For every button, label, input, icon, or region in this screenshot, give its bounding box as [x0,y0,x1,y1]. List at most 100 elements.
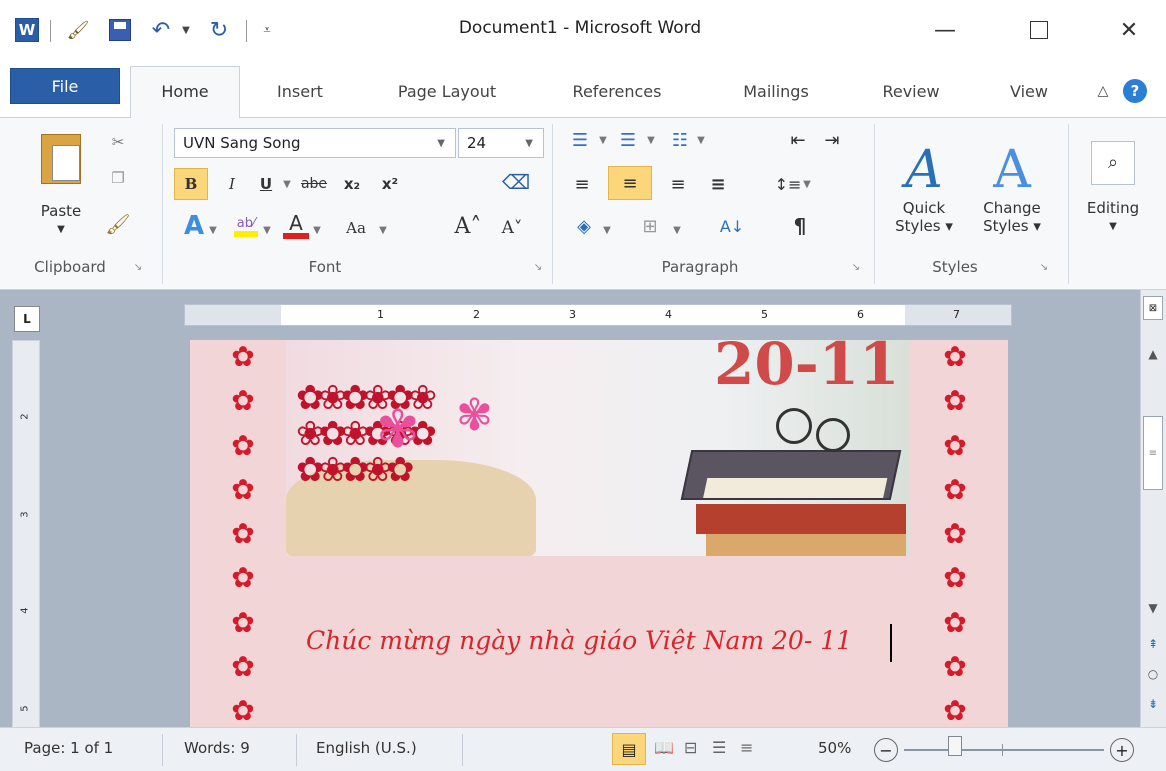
banner-image[interactable]: ✿❀✿❀✿❀ ❀✿❀✿❀✿ ✿❀✿❀✿ ✾ ✾ 20-11 [286,340,910,556]
indent-marker[interactable] [281,305,283,325]
format-painter-qat-icon[interactable]: 🖌 [62,16,94,44]
close-button[interactable]: ✕ [1106,14,1152,46]
horizontal-ruler[interactable]: 1 2 3 4 5 6 7 [184,304,1012,326]
shading-icon[interactable]: ◈ [570,212,598,240]
text-effects-icon[interactable]: A [180,211,208,241]
bullets-dropdown-icon[interactable]: ▼ [596,126,610,154]
line-spacing-dropdown-icon[interactable]: ▼ [800,170,814,198]
line-spacing-icon[interactable]: ↕≡ [774,170,802,198]
draft-view-icon[interactable]: ≡ [740,738,753,757]
paragraph-launcher-icon[interactable]: ↘ [848,258,864,276]
split-box-icon[interactable]: ⊠ [1143,296,1163,320]
redo-icon[interactable]: ↻ [204,16,234,44]
clear-formatting-icon[interactable]: ⌫ [494,162,538,202]
tab-selector-button[interactable]: L [14,306,40,332]
help-icon[interactable]: ? [1120,76,1150,106]
font-name-dropdown-icon[interactable]: ▼ [437,138,445,149]
tab-page-layout[interactable]: Page Layout [372,76,522,106]
tab-home[interactable]: Home [130,76,240,106]
borders-icon[interactable]: ⊞ [636,212,664,240]
styles-launcher-icon[interactable]: ↘ [1036,258,1052,276]
zoom-in-button[interactable]: + [1110,738,1134,762]
font-size-dropdown-icon[interactable]: ▼ [525,138,533,149]
multilevel-list-dropdown-icon[interactable]: ▼ [694,126,708,154]
quick-styles-button[interactable]: A Quick Styles ▾ [884,126,964,250]
numbering-dropdown-icon[interactable]: ▼ [644,126,658,154]
outline-view-icon[interactable]: ☰ [712,738,726,757]
change-case-button[interactable]: Aa [334,214,378,242]
scroll-up-icon[interactable]: ▲ [1141,344,1165,364]
language-indicator[interactable]: English (U.S.) [316,739,417,757]
tab-view[interactable]: View [994,76,1064,106]
previous-page-icon[interactable]: ⇞ [1141,634,1165,654]
greeting-text[interactable]: Chúc mừng ngày nhà giáo Việt Nam 20- 11 [306,626,852,655]
undo-icon[interactable]: ↶ [146,16,176,44]
next-page-icon[interactable]: ⇟ [1141,694,1165,714]
scroll-down-icon[interactable]: ▼ [1141,598,1165,618]
subscript-button[interactable]: x₂ [338,170,366,198]
borders-dropdown-icon[interactable]: ▼ [670,216,684,244]
clipboard-launcher-icon[interactable]: ↘ [130,258,146,276]
show-formatting-button[interactable]: ¶ [786,212,814,240]
paste-button[interactable]: Paste ▼ [30,124,92,244]
font-launcher-icon[interactable]: ↘ [530,258,546,276]
shading-dropdown-icon[interactable]: ▼ [600,216,614,244]
format-painter-icon[interactable]: 🖌 [104,210,132,238]
vertical-ruler[interactable]: 2 3 4 5 [12,340,40,728]
highlight-icon[interactable]: ab⁄ [232,212,260,240]
bold-button[interactable]: B [174,168,208,200]
italic-button[interactable]: I [218,170,246,198]
font-color-icon[interactable]: A [282,212,310,240]
justify-icon[interactable]: ≡ [704,170,732,198]
align-left-icon[interactable]: ≡ [568,170,596,198]
grow-font-icon[interactable]: A˄ [454,212,482,240]
zoom-out-button[interactable]: − [874,738,898,762]
minimize-ribbon-icon[interactable]: △ [1090,76,1116,106]
zoom-level[interactable]: 50% [818,739,851,757]
change-case-dropdown-icon[interactable]: ▼ [376,216,390,244]
font-size-field[interactable]: 24 ▼ [458,128,544,158]
print-layout-view-button[interactable]: ▤ [612,733,646,765]
strikethrough-button[interactable]: abe [294,170,334,198]
cut-icon[interactable]: ✂ [104,128,132,156]
superscript-button[interactable]: x² [376,170,404,198]
tab-insert[interactable]: Insert [260,76,340,106]
page-count[interactable]: Page: 1 of 1 [24,739,113,757]
undo-dropdown-icon[interactable]: ▼ [178,16,194,44]
full-screen-reading-icon[interactable]: 📖 [654,738,674,757]
multilevel-list-icon[interactable]: ☷ [666,126,694,154]
editing-button[interactable]: ⌕ Editing ▼ [1072,124,1154,248]
zoom-slider-thumb[interactable] [948,736,962,756]
zoom-slider-track[interactable] [904,749,1104,751]
sort-icon[interactable]: A↓ [718,212,746,240]
align-right-icon[interactable]: ≡ [664,170,692,198]
change-styles-button[interactable]: A Change Styles ▾ [968,126,1056,250]
browse-object-icon[interactable]: ○ [1141,664,1165,684]
maximize-button[interactable] [1016,14,1062,46]
web-layout-icon[interactable]: ⊟ [684,738,697,757]
numbering-icon[interactable]: ☰ [614,126,642,154]
text-effects-dropdown-icon[interactable]: ▼ [206,216,220,244]
font-name-field[interactable]: UVN Sang Song ▼ [174,128,456,158]
scroll-thumb[interactable]: ≡ [1143,416,1163,490]
tab-file[interactable]: File [10,68,120,104]
tab-mailings[interactable]: Mailings [716,76,836,106]
document-page[interactable]: ✿ ✿ ✿ ✿ ✿ ✿ ✿ ✿ ✿ ✿ ✿ ✿ ✿ ✿ ✿ ✿ ✿ ✿ ✿❀✿❀✿❀ ❀✿❀✿❀✿ ✿❀✿❀✿ ✾ … [190,340,1008,727]
tab-references[interactable]: References [552,76,682,106]
highlight-dropdown-icon[interactable]: ▼ [260,216,274,244]
increase-indent-icon[interactable]: ⇥ [818,126,846,154]
word-app-icon[interactable]: W [12,16,42,44]
tab-review[interactable]: Review [866,76,956,106]
save-icon[interactable] [104,16,136,44]
font-color-dropdown-icon[interactable]: ▼ [310,216,324,244]
decrease-indent-icon[interactable]: ⇤ [784,126,812,154]
customize-qat-icon[interactable]: ⩡ [256,16,278,44]
word-count[interactable]: Words: 9 [184,739,250,757]
underline-button[interactable]: U [252,170,280,198]
shrink-font-icon[interactable]: A˅ [498,214,526,242]
align-center-button[interactable]: ≡ [608,166,652,200]
underline-dropdown-icon[interactable]: ▼ [280,170,294,198]
copy-icon[interactable]: ❐ [104,164,132,192]
bullets-icon[interactable]: ☰ [566,126,594,154]
minimize-button[interactable]: — [922,14,968,46]
